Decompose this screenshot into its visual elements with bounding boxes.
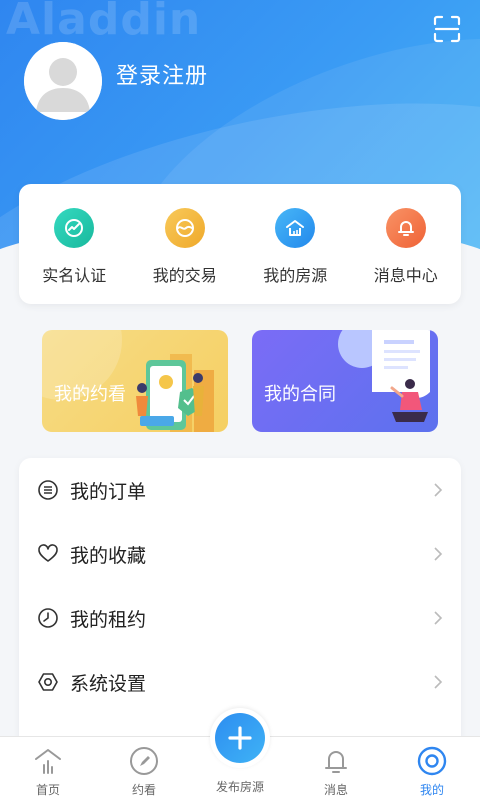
tab-viewings[interactable]: 约看 — [96, 737, 192, 800]
home-icon — [32, 745, 64, 777]
compass-icon — [128, 745, 160, 777]
quick-action-label: 我的交易 — [152, 266, 217, 285]
chevron-right-icon — [433, 610, 443, 626]
quick-action-messages[interactable]: 消息中心 — [351, 184, 462, 304]
quick-action-verify[interactable]: 实名认证 — [19, 184, 130, 304]
menu-label: 我的订单 — [70, 480, 147, 503]
banner-label: 我的合同 — [264, 384, 336, 405]
profile-icon — [416, 745, 448, 777]
publish-listing-button[interactable] — [210, 708, 270, 768]
bell-icon — [320, 745, 352, 777]
menu-item-orders[interactable]: 我的订单 — [19, 458, 461, 522]
quick-action-house[interactable]: 我的房源 — [240, 184, 351, 304]
verify-icon — [54, 208, 95, 248]
viewing-appointments-banner[interactable]: 我的约看 — [42, 330, 228, 432]
chevron-right-icon — [433, 546, 443, 562]
quick-actions-card: 实名认证 我的交易 我的房源 消息中心 — [19, 184, 461, 304]
menu-item-leases[interactable]: 我的租约 — [19, 586, 461, 650]
trade-icon — [164, 208, 205, 248]
chevron-right-icon — [433, 482, 443, 498]
scan-icon[interactable] — [432, 14, 462, 44]
tab-home[interactable]: 首页 — [0, 737, 96, 800]
quick-action-label: 实名认证 — [42, 266, 107, 285]
brand-watermark: Aladdin — [6, 0, 202, 45]
plus-icon — [215, 713, 265, 763]
contracts-banner[interactable]: 我的合同 — [252, 330, 438, 432]
quick-action-label: 消息中心 — [373, 266, 438, 285]
banner-label: 我的约看 — [54, 384, 126, 405]
tab-label: 消息 — [323, 783, 348, 797]
quick-action-trade[interactable]: 我的交易 — [130, 184, 241, 304]
menu-label: 我的租约 — [70, 608, 147, 631]
tab-label: 首页 — [35, 783, 60, 797]
tab-label: 我的 — [419, 783, 444, 797]
menu-label: 我的收藏 — [70, 544, 147, 567]
menu-item-settings[interactable]: 系统设置 — [19, 650, 461, 714]
menu-item-favorites[interactable]: 我的收藏 — [19, 522, 461, 586]
tab-profile[interactable]: 我的 — [384, 737, 480, 800]
heart-icon — [37, 543, 59, 565]
avatar[interactable] — [24, 42, 102, 120]
bell-icon — [385, 208, 426, 248]
menu-label: 系统设置 — [70, 672, 147, 695]
login-register-link[interactable]: 登录注册 — [116, 58, 208, 90]
house-icon — [275, 208, 316, 248]
tab-label: 约看 — [131, 783, 156, 797]
tab-messages[interactable]: 消息 — [288, 737, 384, 800]
chevron-right-icon — [433, 674, 443, 690]
publish-listing-label: 发布房源 — [215, 780, 264, 794]
quick-action-label: 我的房源 — [263, 266, 328, 285]
settings-icon — [37, 671, 59, 693]
clock-icon — [37, 607, 59, 629]
order-icon — [37, 479, 59, 501]
